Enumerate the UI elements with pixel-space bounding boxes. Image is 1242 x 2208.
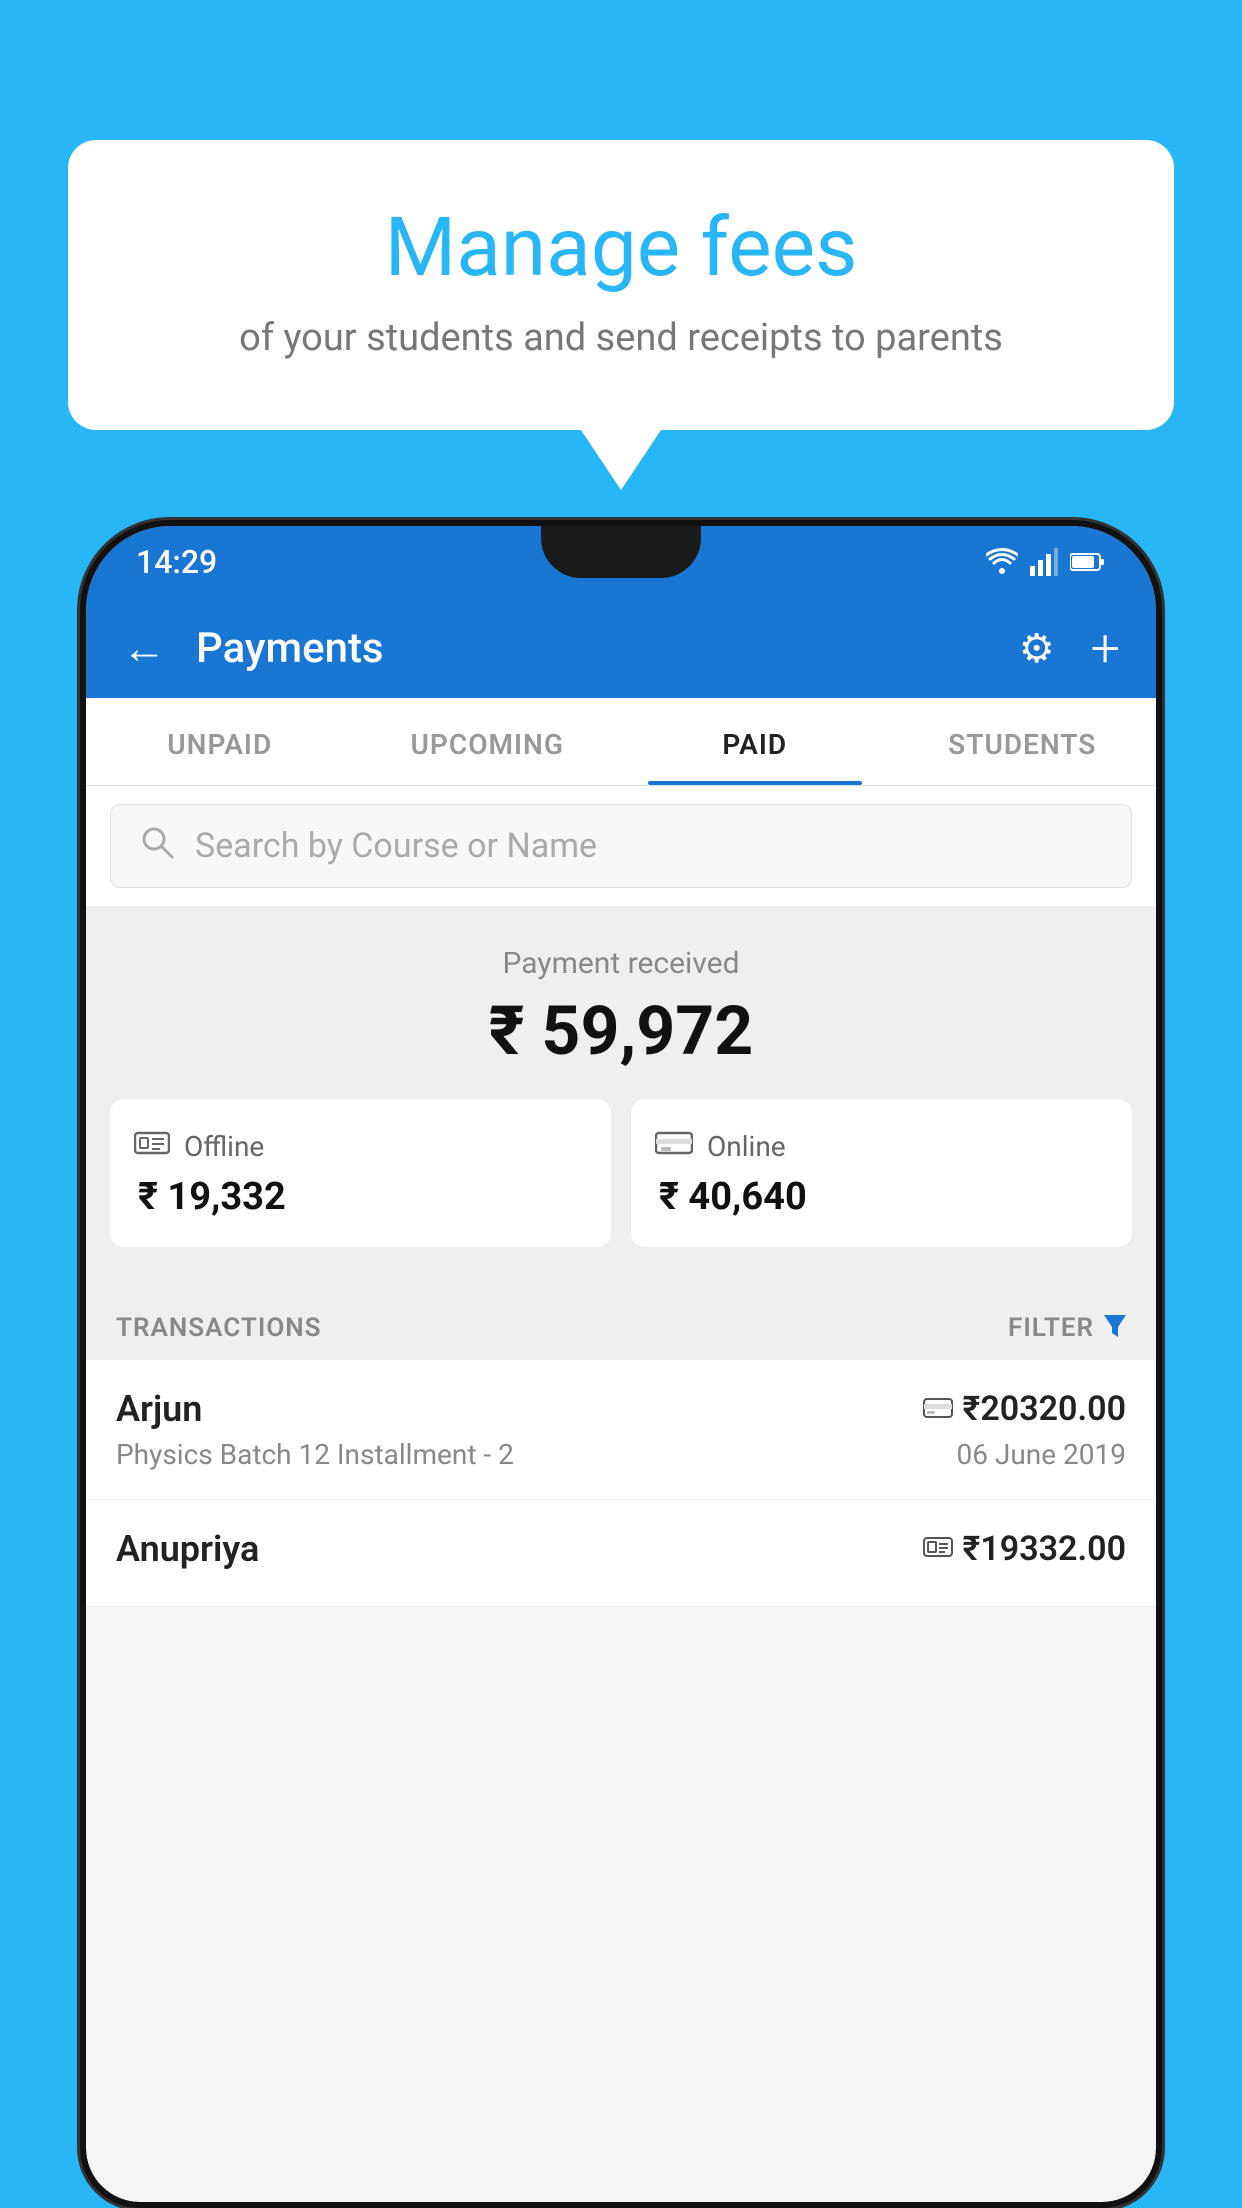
offline-payment-card: Offline ₹ 19,332 bbox=[110, 1099, 611, 1247]
cash-payment-icon bbox=[923, 1533, 953, 1566]
wifi-icon bbox=[986, 548, 1018, 576]
filter-label: FILTER bbox=[1008, 1313, 1094, 1343]
search-bar[interactable]: Search by Course or Name bbox=[110, 804, 1132, 888]
offline-label: Offline bbox=[184, 1130, 264, 1163]
search-container: Search by Course or Name bbox=[86, 786, 1156, 906]
power-button[interactable] bbox=[1156, 866, 1162, 996]
add-icon[interactable]: + bbox=[1091, 618, 1120, 679]
transaction-amount-arjun: ₹20320.00 bbox=[923, 1389, 1126, 1429]
transaction-course-arjun: Physics Batch 12 Installment - 2 bbox=[116, 1438, 514, 1471]
filter-button[interactable]: FILTER bbox=[1008, 1311, 1126, 1344]
online-amount: ₹ 40,640 bbox=[655, 1175, 807, 1219]
search-placeholder: Search by Course or Name bbox=[195, 826, 597, 866]
transaction-amount-value-anupriya: ₹19332.00 bbox=[963, 1529, 1126, 1569]
tab-upcoming[interactable]: UPCOMING bbox=[354, 698, 622, 785]
transaction-row[interactable]: Arjun ₹20320.00 Physics Batch 1 bbox=[86, 1360, 1156, 1500]
online-payment-card: Online ₹ 40,640 bbox=[631, 1099, 1132, 1247]
filter-icon bbox=[1104, 1311, 1126, 1344]
status-time: 14:29 bbox=[136, 543, 217, 581]
payment-received-label: Payment received bbox=[86, 946, 1156, 981]
offline-card-header: Offline bbox=[134, 1127, 264, 1165]
app-bar-actions: ⚙ + bbox=[1019, 618, 1120, 679]
speech-bubble-title: Manage fees bbox=[148, 200, 1094, 296]
transaction-name-anupriya: Anupriya bbox=[116, 1528, 259, 1570]
payment-received-amount: ₹ 59,972 bbox=[86, 991, 1156, 1071]
payment-cards: Offline ₹ 19,332 bbox=[86, 1099, 1156, 1257]
battery-icon bbox=[1070, 552, 1106, 572]
transaction-date-arjun: 06 June 2019 bbox=[956, 1438, 1126, 1471]
tabs-bar: UNPAID UPCOMING PAID STUDENTS bbox=[86, 698, 1156, 786]
settings-icon[interactable]: ⚙ bbox=[1019, 625, 1055, 672]
card-icon bbox=[655, 1127, 693, 1165]
transaction-row[interactable]: Anupriya ₹19332.00 bbox=[86, 1500, 1156, 1607]
online-label: Online bbox=[707, 1130, 786, 1163]
card-payment-icon bbox=[923, 1393, 953, 1426]
transaction-amount-anupriya: ₹19332.00 bbox=[923, 1529, 1126, 1569]
offline-amount: ₹ 19,332 bbox=[134, 1175, 286, 1219]
speech-bubble-arrow bbox=[581, 430, 661, 490]
tab-paid[interactable]: PAID bbox=[621, 698, 889, 785]
search-icon bbox=[139, 824, 175, 869]
transaction-amount-value-arjun: ₹20320.00 bbox=[963, 1389, 1126, 1429]
app-bar: ← Payments ⚙ + bbox=[86, 598, 1156, 698]
transactions-header: TRANSACTIONS FILTER bbox=[86, 1287, 1156, 1360]
transaction-bottom-arjun: Physics Batch 12 Installment - 2 06 June… bbox=[116, 1438, 1126, 1471]
speech-bubble-container: Manage fees of your students and send re… bbox=[68, 140, 1174, 490]
cash-icon bbox=[134, 1127, 170, 1165]
speech-bubble: Manage fees of your students and send re… bbox=[68, 140, 1174, 430]
phone-frame: 14:29 bbox=[80, 520, 1162, 2208]
transaction-top-arjun: Arjun ₹20320.00 bbox=[116, 1388, 1126, 1430]
online-card-header: Online bbox=[655, 1127, 786, 1165]
phone-screen: 14:29 bbox=[86, 526, 1156, 2202]
transactions-label: TRANSACTIONS bbox=[116, 1313, 322, 1343]
signal-icon bbox=[1030, 548, 1058, 576]
tab-unpaid[interactable]: UNPAID bbox=[86, 698, 354, 785]
speech-bubble-subtitle: of your students and send receipts to pa… bbox=[148, 316, 1094, 360]
back-button[interactable]: ← bbox=[122, 622, 166, 674]
transaction-name-arjun: Arjun bbox=[116, 1388, 202, 1430]
tab-students[interactable]: STUDENTS bbox=[889, 698, 1157, 785]
transaction-top-anupriya: Anupriya ₹19332.00 bbox=[116, 1528, 1126, 1570]
page-title: Payments bbox=[196, 624, 989, 673]
status-icons bbox=[986, 548, 1106, 576]
payment-summary: Payment received ₹ 59,972 bbox=[86, 906, 1156, 1287]
notch bbox=[541, 526, 701, 578]
